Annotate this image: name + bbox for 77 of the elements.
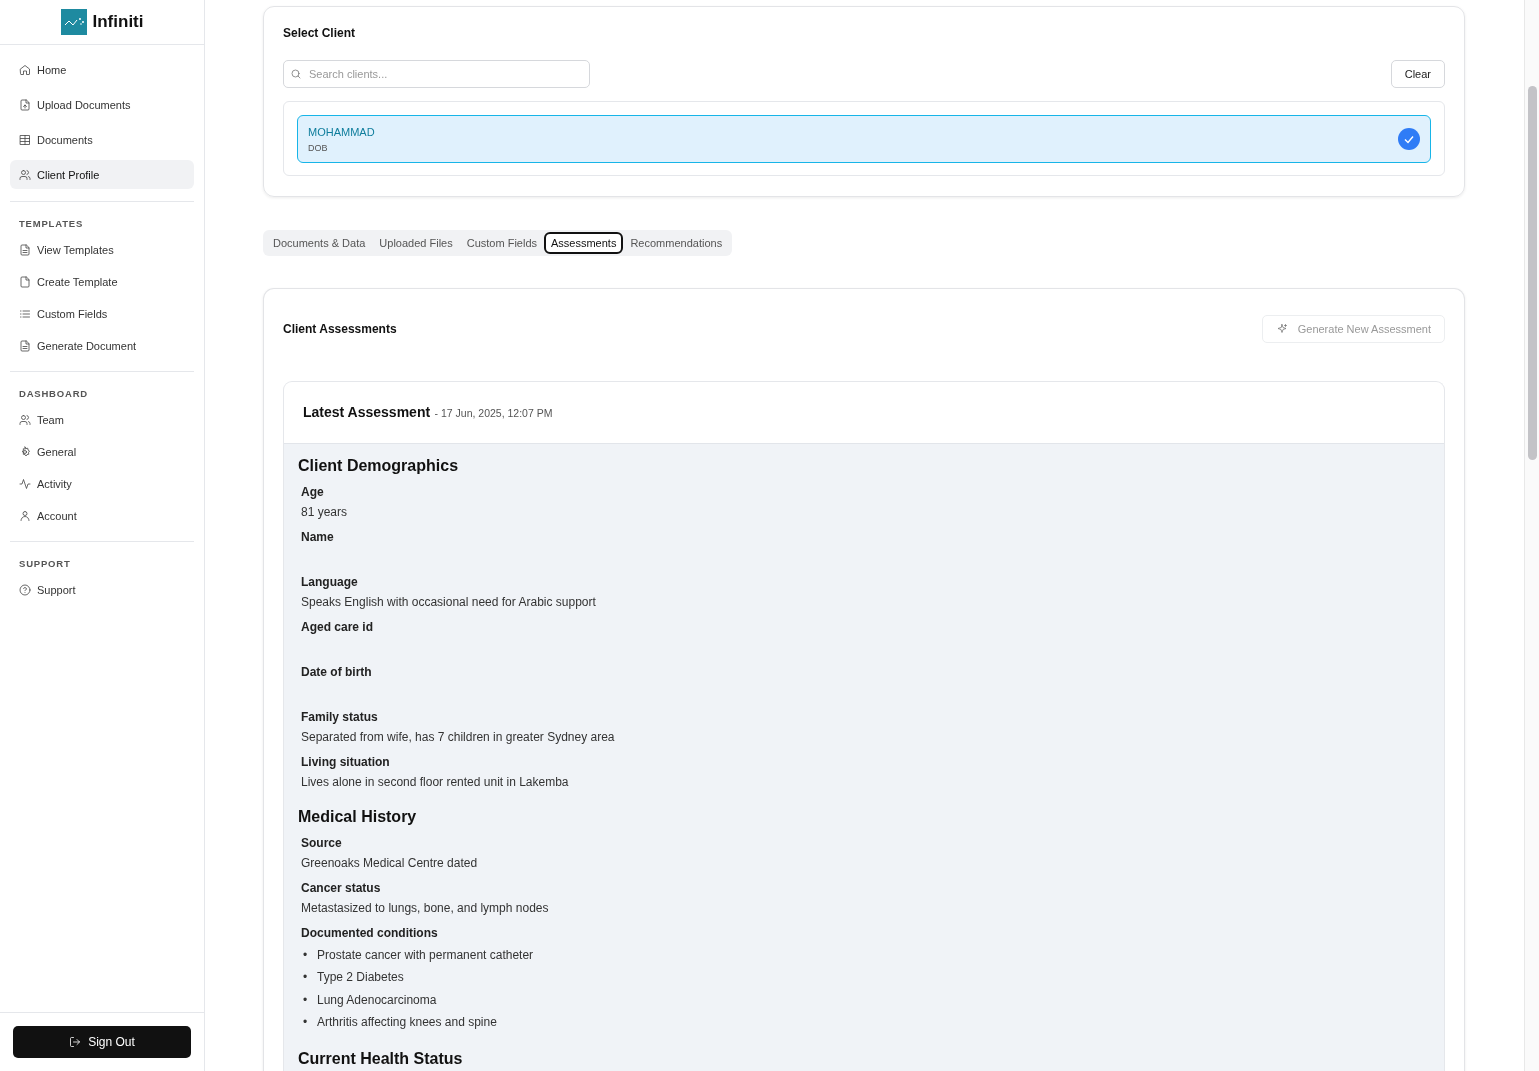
home-icon (19, 63, 31, 76)
tab[interactable]: Custom Fields (459, 232, 544, 254)
field-label: Aged care id (301, 620, 375, 636)
nav-item[interactable]: Custom Fields (10, 301, 194, 327)
section-title: Client Demographics (298, 457, 460, 475)
nav-item[interactable]: Upload Documents (10, 90, 194, 119)
section-heading: TEMPLATES (18, 217, 85, 231)
field-value: Separated from wife, has 7 children in greater Sydney area (301, 729, 616, 746)
section-title: Current Health Status (298, 1049, 464, 1068)
field-label: Language (301, 575, 359, 591)
field-label: Age (301, 485, 325, 501)
sparkle-icon (1275, 323, 1288, 335)
field-value: Lives alone in second floor rented unit in Lakemba (301, 774, 570, 791)
pulse-icon (19, 478, 31, 490)
client-name: MOHAMMAD (308, 125, 375, 138)
nav-item[interactable]: Activity (10, 471, 194, 497)
field-label: Documented conditions (301, 926, 439, 942)
file-upload-icon (19, 98, 31, 111)
check-icon (1398, 128, 1420, 150)
nav-item[interactable]: Client Profile (10, 160, 194, 189)
field-value: Greenoaks Medical Centre dated (301, 855, 479, 872)
users-icon (19, 168, 31, 181)
field-label: Cancer status (301, 881, 382, 897)
section-heading: SUPPORT (18, 557, 72, 571)
nav-item[interactable]: Support (10, 577, 194, 603)
logo-icon (60, 9, 87, 35)
tab[interactable]: Assessments (544, 232, 624, 254)
tab[interactable]: Recommendations (623, 232, 730, 254)
blank-page-icon (19, 276, 31, 288)
nav-item[interactable]: Account (10, 503, 194, 529)
section-title: Medical History (298, 808, 418, 826)
search-icon (290, 68, 302, 80)
bullet: • (303, 947, 308, 964)
users-icon (19, 414, 31, 426)
bullet: • (303, 991, 308, 1009)
nav-item[interactable]: Create Template (10, 269, 194, 295)
table-icon (19, 133, 31, 146)
field-label: Family status (301, 710, 379, 726)
card-title: Client Assessments (283, 322, 397, 336)
field-value: Speaks English with occasional need for Arabic support (301, 594, 597, 611)
nav-item[interactable]: View Templates (10, 237, 194, 263)
list-item: Arthritis affecting knees and spine (317, 1014, 497, 1032)
nav-item[interactable]: Team (10, 407, 194, 433)
section-heading: DASHBOARD (18, 387, 89, 401)
assessment-title: Latest Assessment (303, 404, 431, 420)
list-icon (19, 308, 31, 320)
field-label: Source (301, 836, 343, 852)
brand-name: Infiniti (92, 12, 144, 32)
bullet: • (303, 1014, 308, 1032)
help-icon (19, 584, 31, 596)
field-label: Name (301, 530, 335, 546)
list-item: Prostate cancer with permanent catheter (317, 947, 534, 964)
card-title: Select Client (283, 26, 357, 40)
list-item: Lung Adenocarcinoma (317, 991, 437, 1009)
nav-item[interactable]: Documents (10, 125, 194, 154)
client-detail: DOB (308, 142, 329, 153)
field-value: 81 years (301, 504, 349, 521)
user-icon (19, 510, 31, 522)
tab[interactable]: Documents & Data (266, 232, 373, 254)
sign-out-button[interactable]: Sign Out (13, 1026, 191, 1058)
tab[interactable]: Uploaded Files (372, 232, 460, 254)
document-icon (19, 244, 31, 256)
nav-item[interactable]: General (10, 439, 194, 465)
clear-button[interactable]: Clear (1390, 60, 1445, 88)
scrollbar-thumb[interactable] (1528, 86, 1537, 460)
bullet: • (303, 969, 308, 987)
nav-item[interactable]: Generate Document (10, 333, 194, 359)
list-item: Type 2 Diabetes (317, 969, 404, 987)
nav-item[interactable]: Home (10, 55, 194, 84)
assessment-date: - 17 Jun, 2025, 12:07 PM (434, 407, 553, 419)
field-value: Metastasized to lungs, bone, and lymph nodes (301, 900, 550, 917)
field-label: Date of birth (301, 665, 373, 681)
field-label: Living situation (301, 755, 391, 771)
document-icon (19, 340, 31, 352)
sign-out-icon (69, 1036, 82, 1048)
client-option[interactable]: MOHAMMAD DOB (297, 115, 1431, 163)
search-field[interactable]: Search clients... (283, 60, 590, 88)
